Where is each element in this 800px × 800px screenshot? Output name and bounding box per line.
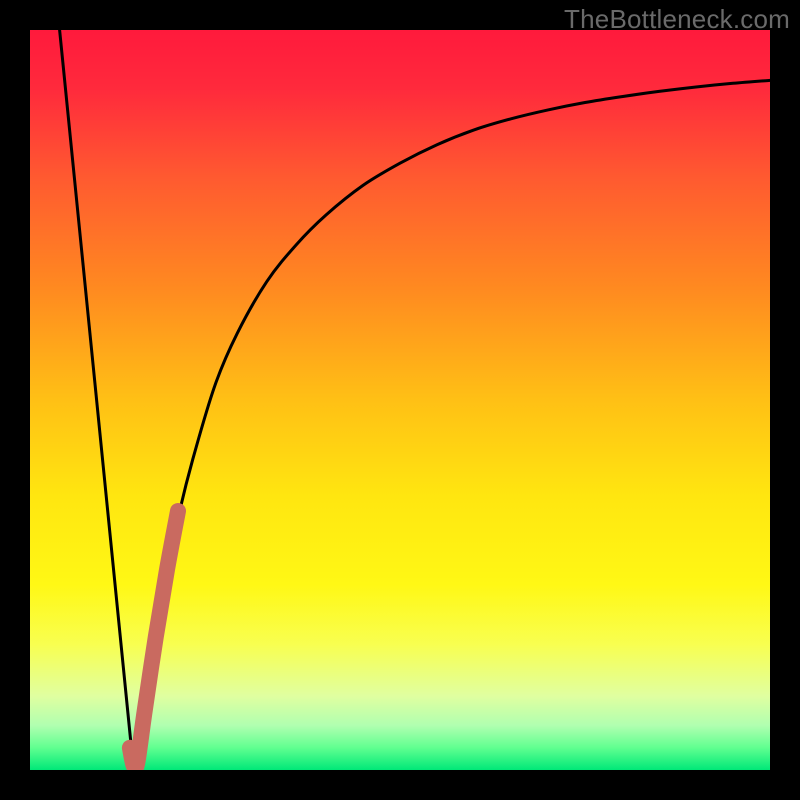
plot-area	[30, 30, 770, 770]
watermark: TheBottleneck.com	[564, 4, 790, 35]
gradient-background	[30, 30, 770, 770]
chart-svg	[30, 30, 770, 770]
figure-container: TheBottleneck.com	[0, 0, 800, 800]
